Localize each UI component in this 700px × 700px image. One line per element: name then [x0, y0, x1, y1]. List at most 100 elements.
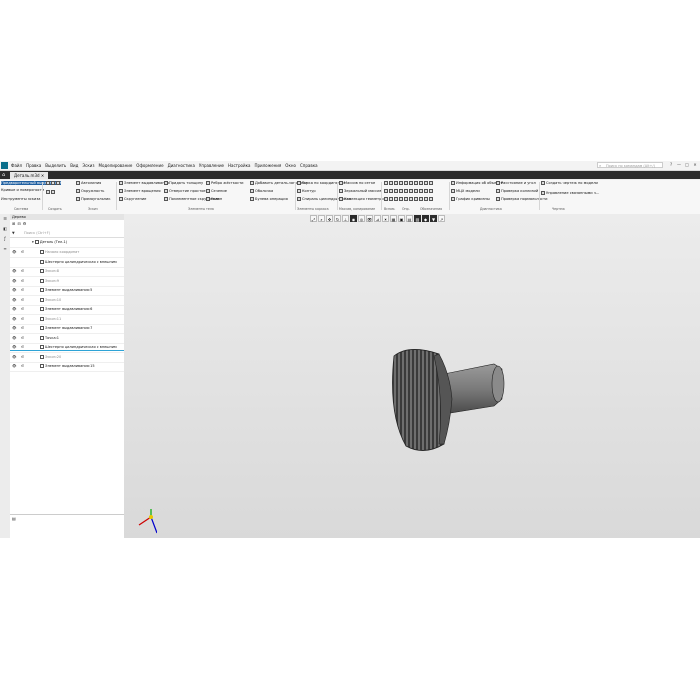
3d-viewport[interactable]: ⤢ ⌕ ✥ ↻ ⊥ ◉ ◎ 👁 ⊿ ☀ ▦ ▣ ▤ ▨ ◆ ▼ ↗: [124, 214, 700, 538]
ribbon-btn-linked-drawings[interactable]: Управление связанными ч...: [541, 191, 599, 195]
menu-item-2[interactable]: Выделить: [45, 163, 66, 168]
ribbon-btn-extrude[interactable]: Элемент выдавливания: [119, 181, 169, 185]
tree-item[interactable]: 👁 ∈ Эскиз:9: [10, 277, 124, 287]
visibility-icon[interactable]: 👁: [12, 315, 16, 324]
menu-item-7[interactable]: Диагностика: [168, 163, 195, 168]
close-icon[interactable]: ✕: [692, 162, 698, 168]
zoom-icon[interactable]: ⌕: [318, 215, 325, 222]
link-icon[interactable]: ∈: [21, 315, 24, 324]
cursor-icon[interactable]: ↗: [438, 215, 445, 222]
menu-item-12[interactable]: Справка: [300, 163, 318, 168]
visibility-icon[interactable]: 👁: [12, 362, 16, 371]
filter-view-icon[interactable]: ⊿: [374, 215, 381, 222]
command-search-input[interactable]: ⌕ Поиск по командам (Alt+/): [597, 162, 663, 168]
filter-icon[interactable]: ▼: [12, 230, 15, 237]
document-tab[interactable]: Деталь.m3d ✕: [10, 172, 49, 179]
tree-item[interactable]: 👁 ∈ Начало координат: [10, 248, 124, 258]
ribbon-btn-shell[interactable]: Оболочка: [250, 189, 273, 193]
tree-search-input[interactable]: ▼ Поиск (Ctrl+F): [10, 230, 124, 238]
link-icon[interactable]: ∈: [21, 267, 24, 276]
link-icon[interactable]: ∈: [21, 362, 24, 371]
ribbon-btn-mirror[interactable]: Зеркальный массив: [339, 189, 382, 193]
orientation-icon[interactable]: ⊥: [342, 215, 349, 222]
tree-item[interactable]: 👁 ∈ Элемент выдавливания:15: [10, 362, 124, 372]
visibility-icon[interactable]: 👁: [366, 215, 373, 222]
ribbon-btn-section[interactable]: Сечение: [206, 189, 227, 193]
visibility-icon[interactable]: 👁: [12, 296, 16, 305]
ribbon-icons-aux-2[interactable]: [384, 189, 434, 193]
ribbon-btn-mass[interactable]: МЦХ модели: [451, 189, 480, 193]
tree-settings-icon[interactable]: ⚙: [23, 221, 27, 228]
visibility-icon[interactable]: 👁: [12, 305, 16, 314]
tree-item[interactable]: 👁 ∈ Шестерня цилиндрическая с внешним: [10, 343, 124, 353]
home-icon[interactable]: ⌂: [2, 172, 8, 178]
ribbon-btn-autoline[interactable]: Автолиния: [76, 181, 101, 185]
link-icon[interactable]: ∈: [21, 324, 24, 333]
tree-item[interactable]: 👁 ∈ Элемент выдавливания:7: [10, 324, 124, 334]
link-icon[interactable]: ∈: [21, 277, 24, 286]
panel-toggle-icon[interactable]: ▤: [12, 516, 16, 521]
visibility-icon[interactable]: 👁: [12, 277, 16, 286]
link-icon[interactable]: ∈: [21, 248, 24, 257]
tree-panel-icon[interactable]: ☰: [2, 216, 8, 222]
ribbon-btn-system-2[interactable]: Инструменты эскиза: [1, 197, 40, 201]
ribbon-btn-rectangle[interactable]: Прямоугольник: [76, 197, 111, 201]
tree-item[interactable]: 👁 ∈ Элемент выдавливания:6: [10, 305, 124, 315]
grid-icon[interactable]: ▦: [390, 215, 397, 222]
properties-icon[interactable]: ◧: [2, 226, 8, 232]
layers-icon[interactable]: ▤: [406, 215, 413, 222]
visibility-icon[interactable]: 👁: [12, 286, 16, 295]
visibility-icon[interactable]: 👁: [12, 267, 16, 276]
snap-icon[interactable]: ▣: [398, 215, 405, 222]
link-icon[interactable]: ∈: [21, 296, 24, 305]
ribbon-btn-contour[interactable]: Контур: [297, 189, 316, 193]
ribbon-btn-create-drawing[interactable]: Создать чертеж по модели: [541, 181, 598, 185]
tree-item[interactable]: 👁 ∈ Эскиз:10: [10, 296, 124, 306]
tree-item[interactable]: Шестерня цилиндрическая с внешним: [10, 258, 124, 268]
ribbon-btn-thicken[interactable]: Придать толщину: [164, 181, 203, 185]
lighting-icon[interactable]: ☀: [382, 215, 389, 222]
model-view-icon[interactable]: ▨: [414, 215, 421, 222]
display-mode-icon[interactable]: ◉: [350, 215, 357, 222]
menu-item-1[interactable]: Правка: [26, 163, 41, 168]
ribbon-btn-curvature[interactable]: График кривизны: [451, 197, 490, 201]
tree-item[interactable]: 👁 ∈ Эскиз:8: [10, 267, 124, 277]
tree-view-icon[interactable]: ⊞: [12, 221, 15, 228]
menu-item-4[interactable]: Эскиз: [82, 163, 94, 168]
tree-item[interactable]: 👁 ∈ Элемент выдавливания:5: [10, 286, 124, 296]
ribbon-btn-fillet[interactable]: Скругление: [119, 197, 146, 201]
tree-item[interactable]: 👁 ∈ Эскиз:11: [10, 315, 124, 325]
ribbon-btn-hole[interactable]: Отверстие простое: [164, 189, 206, 193]
tree-item[interactable]: 👁 ∈ Эскиз:20: [10, 353, 124, 363]
ribbon-btn-boolean[interactable]: Булева операция: [250, 197, 288, 201]
filter-selection-icon[interactable]: ▼: [430, 215, 437, 222]
rotate-icon[interactable]: ↻: [334, 215, 341, 222]
render-icon[interactable]: ◆: [422, 215, 429, 222]
menu-item-10[interactable]: Приложения: [254, 163, 281, 168]
visibility-icon[interactable]: 👁: [12, 334, 16, 343]
ribbon-icons-aux-3[interactable]: [384, 197, 434, 201]
menu-item-11[interactable]: Окно: [285, 163, 296, 168]
link-icon[interactable]: ∈: [21, 305, 24, 314]
tree-structure-icon[interactable]: ⊟: [17, 221, 20, 228]
pan-icon[interactable]: ✥: [326, 215, 333, 222]
visibility-icon[interactable]: 👁: [12, 324, 16, 333]
minimize-icon[interactable]: —: [676, 162, 682, 168]
zoom-fit-icon[interactable]: ⤢: [310, 215, 317, 222]
ribbon-btn-grid-array[interactable]: Массив по сетке: [339, 181, 375, 185]
list-icon[interactable]: ≡: [2, 246, 8, 252]
menu-item-5[interactable]: Моделирование: [99, 163, 133, 168]
ribbon-btn-draft[interactable]: Уклон: [206, 197, 222, 201]
link-icon[interactable]: ∈: [21, 334, 24, 343]
ribbon-btn-collection[interactable]: Коллекция геометрии: [339, 197, 386, 201]
tree-item[interactable]: 👁 ∈ Точка:1: [10, 334, 124, 344]
visibility-icon[interactable]: 👁: [12, 248, 16, 257]
ribbon-icons-create-2[interactable]: [46, 190, 56, 194]
maximize-icon[interactable]: □: [684, 162, 690, 168]
menu-item-9[interactable]: Настройка: [228, 163, 250, 168]
ribbon-btn-collisions[interactable]: Проверка коллизий: [496, 189, 538, 193]
menu-item-3[interactable]: Вид: [70, 163, 78, 168]
ribbon-icons-aux[interactable]: [384, 181, 434, 185]
menu-item-6[interactable]: Оформление: [136, 163, 163, 168]
menu-item-8[interactable]: Управление: [199, 163, 224, 168]
